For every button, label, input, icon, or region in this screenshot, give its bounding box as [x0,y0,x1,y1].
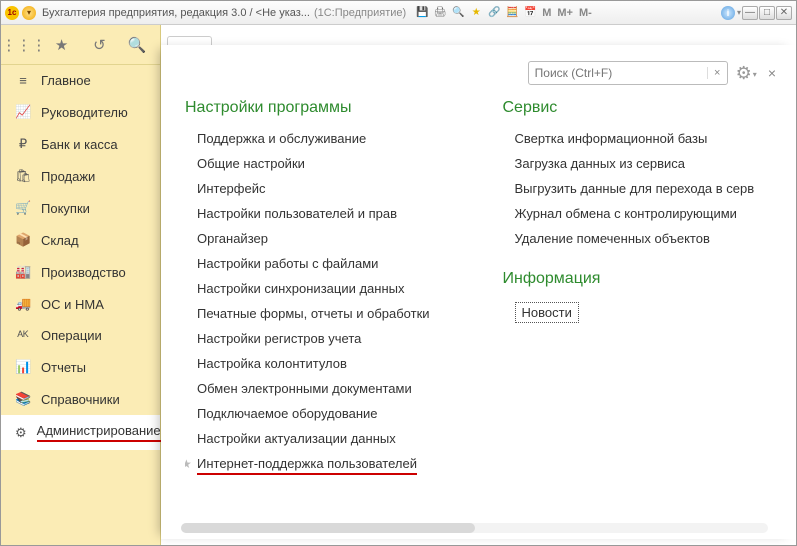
search-input[interactable] [529,66,707,80]
app-icon: 1c [5,6,19,20]
settings-link[interactable]: Настройки актуализации данных [197,431,463,446]
service-link[interactable]: Выгрузить данные для перехода в серв [515,181,781,196]
sidebar-toolbar: ⋮⋮⋮ ★ ↺ 🔍 [1,25,160,65]
nav-label: Отчеты [41,360,86,375]
window-title: Бухгалтерия предприятия, редакция 3.0 / … [42,7,310,19]
sidebar: ⋮⋮⋮ ★ ↺ 🔍 ≡ Главное 📈 Руководителю ₽ Банк и к… [1,25,161,545]
settings-link[interactable]: Настройки работы с файлами [197,256,463,271]
nav-icon: ⚙ [15,425,27,441]
settings-link[interactable]: Настройка колонтитулов [197,356,463,371]
nav-label: Администрирование [37,423,161,442]
settings-link[interactable]: Печатные формы, отчеты и обработки [197,306,463,321]
sidebar-item-5[interactable]: 📦 Склад [1,224,160,256]
sidebar-item-11[interactable]: ⚙ Администрирование [1,415,160,450]
nav: ≡ Главное 📈 Руководителю ₽ Банк и касса 🛍 Прода… [1,65,160,545]
save-icon[interactable]: 💾 [414,6,430,20]
settings-link[interactable]: Органайзер [197,231,463,246]
link-icon[interactable]: 🔗 [486,6,502,20]
settings-link[interactable]: Интерфейс [197,181,463,196]
nav-icon: ᴬᴷ [15,328,31,343]
settings-link[interactable]: Поддержка и обслуживание [197,131,463,146]
sidebar-item-2[interactable]: ₽ Банк и касса [1,128,160,160]
nav-label: Склад [41,233,79,248]
nav-icon: 🏭 [15,264,31,280]
search-box[interactable]: × [528,61,728,85]
sidebar-item-3[interactable]: 🛍 Продажи [1,160,160,192]
dropdown-icon[interactable]: ▾ [22,6,36,20]
nav-icon: ≡ [15,73,31,88]
sidebar-item-0[interactable]: ≡ Главное [1,65,160,96]
sidebar-item-7[interactable]: 🚚 ОС и НМА [1,288,160,320]
service-link[interactable]: Загрузка данных из сервиса [515,156,781,171]
nav-label: Производство [41,265,126,280]
sidebar-item-1[interactable]: 📈 Руководителю [1,96,160,128]
horizontal-scrollbar[interactable] [181,523,768,533]
nav-icon: 📦 [15,232,31,248]
news-link[interactable]: Новости [515,302,579,323]
m-plus-button[interactable]: M+ [555,6,575,20]
sidebar-item-9[interactable]: 📊 Отчеты [1,351,160,383]
nav-icon: 📚 [15,391,31,407]
nav-label: Главное [41,73,91,88]
sidebar-item-10[interactable]: 📚 Справочники [1,383,160,415]
service-link[interactable]: Свертка информационной базы [515,131,781,146]
panel-close[interactable]: × [764,65,780,81]
settings-link[interactable]: Настройки пользователей и прав [197,206,463,221]
nav-label: Покупки [41,201,90,216]
info-icon[interactable]: i [721,6,735,20]
sidebar-item-4[interactable]: 🛒 Покупки [1,192,160,224]
search-clear[interactable]: × [707,67,727,79]
service-column: Сервис Свертка информационной базы Загруз… [503,91,781,529]
nav-icon: ₽ [15,136,31,152]
nav-icon: 🛍 [15,168,31,184]
settings-link[interactable]: Обмен электронными документами [197,381,463,396]
maximize-button[interactable]: □ [759,6,775,20]
settings-link-starred[interactable]: Интернет-поддержка пользователей [197,456,463,471]
nav-label: ОС и НМА [41,297,104,312]
search-icon[interactable]: 🔍 [126,34,148,56]
sidebar-item-8[interactable]: ᴬᴷ Операции [1,320,160,351]
minimize-button[interactable]: — [742,6,758,20]
settings-link[interactable]: Подключаемое оборудование [197,406,463,421]
nav-label: Руководителю [41,105,128,120]
service-heading: Сервис [503,99,781,117]
app-name: (1С:Предприятие) [314,7,406,19]
service-link[interactable]: Удаление помеченных объектов [515,231,781,246]
settings-heading: Настройки программы [185,99,463,117]
settings-link[interactable]: Настройки регистров учета [197,331,463,346]
print-icon[interactable]: 🖨 [432,6,448,20]
nav-label: Банк и касса [41,137,118,152]
nav-label: Справочники [41,392,120,407]
favorite-icon[interactable]: ★ [468,6,484,20]
nav-label: Продажи [41,169,95,184]
info-heading: Информация [503,270,781,288]
scrollbar-thumb[interactable] [181,523,475,533]
toolbar: 💾 🖨 🔍 ★ 🔗 🧮 📅 M M+ M- [414,6,594,20]
settings-column: Настройки программы Поддержка и обслужив… [185,91,463,529]
m-button[interactable]: M [540,6,553,20]
settings-link[interactable]: Настройки синхронизации данных [197,281,463,296]
nav-icon: 🛒 [15,200,31,216]
m-minus-button[interactable]: M- [577,6,594,20]
service-link[interactable]: Журнал обмена с контролирующими [515,206,781,221]
calendar-icon[interactable]: 📅 [522,6,538,20]
nav-icon: 📊 [15,359,31,375]
history-icon[interactable]: ↺ [88,34,110,56]
sidebar-item-6[interactable]: 🏭 Производство [1,256,160,288]
titlebar: 1c ▾ Бухгалтерия предприятия, редакция 3… [1,1,796,25]
settings-link[interactable]: Общие настройки [197,156,463,171]
nav-label: Операции [41,328,102,343]
apps-icon[interactable]: ⋮⋮⋮ [13,34,35,56]
main: Нач × ⚙ × Настройки программы Поддержка … [161,25,796,545]
admin-panel: × ⚙ × Настройки программы Поддержка и об… [161,45,796,539]
gear-icon[interactable]: ⚙ [736,63,756,84]
close-button[interactable]: ✕ [776,6,792,20]
star-icon[interactable]: ★ [51,34,73,56]
preview-icon[interactable]: 🔍 [450,6,466,20]
nav-icon: 📈 [15,104,31,120]
calc-icon[interactable]: 🧮 [504,6,520,20]
nav-icon: 🚚 [15,296,31,312]
